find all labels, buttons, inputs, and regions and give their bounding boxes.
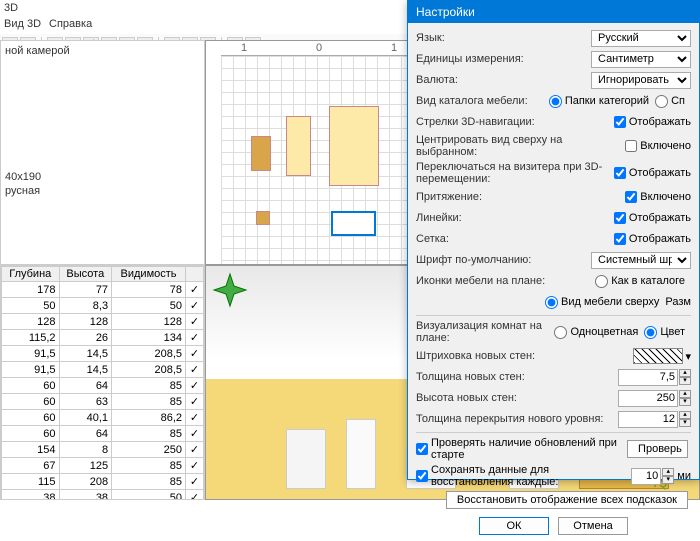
catalog-label: Вид каталога мебели: [416,95,549,107]
table-row[interactable]: 11520885✓ [2,474,204,490]
3d-object [346,419,376,489]
table-row[interactable]: 508,350✓ [2,298,204,314]
currency-label: Валюта: [416,74,591,86]
font-label: Шрифт по-умолчанию: [416,254,591,266]
furniture-piece[interactable] [256,211,270,225]
icons-catalog-radio[interactable]: Как в каталоге [595,275,685,288]
col-depth[interactable]: Глубина [2,267,60,282]
col-visibility[interactable]: Видимость [112,267,186,282]
dims-label: 40x190 [5,171,200,183]
icons-label: Иконки мебели на плане: [416,275,595,287]
rulers-checkbox[interactable]: Отображать [614,212,691,224]
spinner-icon[interactable]: ▴▾ [679,411,691,427]
magnet-label: Притяжение: [416,191,625,203]
ok-button[interactable]: ОК [479,517,549,535]
catalog-folders-radio[interactable]: Папки категорий [549,95,649,108]
wall-height-label: Высота новых стен: [416,392,618,404]
spinner-icon[interactable]: ▴▾ [662,468,674,484]
table-row[interactable]: 606385✓ [2,394,204,410]
room-label: Визуализация комнат на плане: [416,320,554,344]
catalog-other-radio[interactable]: Сп [655,95,685,108]
font-select[interactable]: Системный шрифт [591,252,691,269]
table-row[interactable]: 383850✓ [2,490,204,501]
table-row[interactable]: 6040,186,2✓ [2,410,204,426]
col-height[interactable]: Высота [59,267,112,282]
furniture-piece[interactable] [286,116,311,176]
check-now-button[interactable]: Проверь [627,440,688,458]
table-row[interactable]: 606485✓ [2,426,204,442]
table-row[interactable]: 91,514,5208,5✓ [2,346,204,362]
3d-object [286,429,326,489]
menu-help[interactable]: Справка [49,18,92,32]
check-updates-checkbox[interactable]: Проверять наличие обновлений при старте [416,437,627,461]
reset-tips-button[interactable]: Восстановить отображение всех подсказок [446,491,688,509]
table-row[interactable]: 128128128✓ [2,314,204,330]
wall-thick-label: Толщина новых стен: [416,371,618,383]
table-row[interactable]: 1787778✓ [2,282,204,298]
spinner-icon[interactable]: ▴▾ [679,369,691,385]
room-color-radio[interactable]: Цвет [644,326,685,339]
furniture-piece[interactable] [329,106,379,186]
language-select[interactable]: Русский [591,30,691,47]
camera-label: ной камерой [5,45,200,57]
nav-checkbox[interactable]: Отображать [614,116,691,128]
furniture-table[interactable]: Глубина Высота Видимость 1787778✓508,350… [0,265,205,500]
table-row[interactable]: 6712585✓ [2,458,204,474]
center-label: Центрировать вид сверху на выбранном: [416,134,625,158]
table-row[interactable]: 91,514,5208,5✓ [2,362,204,378]
units-label: Единицы измерения: [416,53,591,65]
center-checkbox[interactable]: Включено [625,140,691,152]
menu-view3d[interactable]: Вид 3D [4,18,41,32]
furniture-selected[interactable] [331,211,376,236]
language-label: Язык: [416,32,591,44]
grid-checkbox[interactable]: Отображать [614,233,691,245]
autosave-checkbox[interactable]: Сохранять данные для восстановления кажд… [416,464,627,488]
units-select[interactable]: Сантиметр [591,51,691,68]
rulers-label: Линейки: [416,212,614,224]
spinner-icon[interactable]: ▴▾ [679,390,691,406]
furniture-panel: ной камерой 40x190 русная [0,40,205,265]
autosave-input[interactable] [631,468,661,485]
table-row[interactable]: 606485✓ [2,378,204,394]
room-mono-radio[interactable]: Одноцветная [554,326,638,339]
cancel-button[interactable]: Отмена [558,517,628,535]
dialog-title: Настройки [408,1,699,23]
settings-dialog: Настройки Язык: Русский Единицы измерени… [407,0,700,480]
floor-thick-label: Толщина перекрытия нового уровня: [416,413,618,425]
table-row[interactable]: 115,226134✓ [2,330,204,346]
wall-height-input[interactable] [618,390,678,407]
currency-select[interactable]: Игнорировать цены [591,72,691,89]
hatch-pattern-select[interactable] [633,348,683,364]
app-title-suffix: 3D [4,2,18,16]
grid-label: Сетка: [416,233,614,245]
color-label: русная [5,185,200,197]
compass-icon[interactable] [212,272,248,308]
observer-checkbox[interactable]: Отображать [614,167,691,179]
floor-thick-input[interactable] [618,411,678,428]
hatch-label: Штриховка новых стен: [416,350,633,362]
observer-label: Переключаться на визитера при 3D-перемещ… [416,161,614,185]
table-row[interactable]: 1548250✓ [2,442,204,458]
nav-label: Стрелки 3D-навигации: [416,116,614,128]
furniture-piece[interactable] [251,136,271,171]
magnet-checkbox[interactable]: Включено [625,191,691,203]
icons-top-radio[interactable]: Вид мебели сверху [545,296,659,309]
wall-thick-input[interactable] [618,369,678,386]
